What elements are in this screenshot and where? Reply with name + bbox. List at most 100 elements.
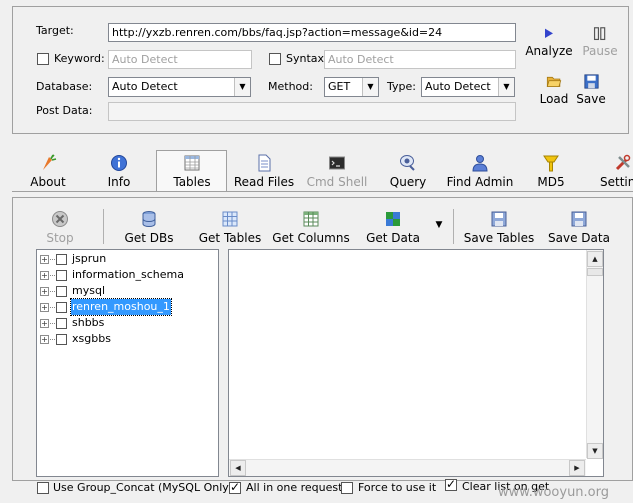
tab-setting[interactable]: Setting xyxy=(600,154,633,189)
watermark: www.wooyun.org xyxy=(498,485,610,500)
horizontal-scrollbar[interactable] xyxy=(229,459,586,476)
postdata-input[interactable] xyxy=(108,102,516,121)
get-tables-label: Get Tables xyxy=(198,231,262,245)
database-label: Database: xyxy=(36,80,93,93)
analyze-button[interactable]: Analyze xyxy=(525,27,573,58)
method-select[interactable]: GET ▼ xyxy=(324,77,379,97)
type-select[interactable]: Auto Detect ▼ xyxy=(421,77,515,97)
pause-label: Pause xyxy=(582,44,618,58)
tree-item-checkbox[interactable] xyxy=(56,286,67,297)
floppy-icon xyxy=(491,211,507,227)
columns-icon xyxy=(303,211,319,227)
toolbar-separator xyxy=(103,209,104,244)
stop-label: Stop xyxy=(46,231,74,245)
method-label: Method: xyxy=(268,80,313,93)
chevron-down-icon[interactable]: ▼ xyxy=(362,78,378,96)
tab-tables-label: Tables xyxy=(173,175,211,189)
load-label: Load xyxy=(539,92,569,106)
expand-icon[interactable]: + xyxy=(40,319,49,328)
stop-button[interactable]: Stop xyxy=(38,210,82,245)
expand-icon[interactable]: + xyxy=(40,287,49,296)
chevron-down-icon[interactable]: ▼ xyxy=(498,78,514,96)
tree-item-checkbox[interactable] xyxy=(56,302,67,313)
target-input[interactable]: http://yxzb.renren.com/bbs/faq.jsp?actio… xyxy=(108,23,516,42)
tree-item-checkbox[interactable] xyxy=(56,254,67,265)
get-data-dropdown-arrow[interactable]: ▼ xyxy=(433,220,445,230)
results-list[interactable] xyxy=(228,249,604,477)
query-icon xyxy=(400,155,415,171)
keyword-checkbox[interactable] xyxy=(37,53,49,65)
all-in-one-label: All in one request. xyxy=(246,481,346,494)
all-in-one-checkbox[interactable] xyxy=(229,480,241,494)
pause-icon xyxy=(593,27,606,41)
expand-icon[interactable]: + xyxy=(40,271,49,280)
syntax-input[interactable]: Auto Detect xyxy=(324,50,516,69)
group-concat-checkbox[interactable] xyxy=(37,482,49,494)
get-columns-button[interactable]: Get Columns xyxy=(272,210,350,245)
load-button[interactable]: Load xyxy=(534,74,574,106)
keyword-label: Keyword: xyxy=(54,52,105,65)
tab-find-admin[interactable]: Find Admin xyxy=(444,154,516,189)
get-dbs-button[interactable]: Get DBs xyxy=(122,210,176,245)
play-icon xyxy=(545,28,553,38)
tab-md5[interactable]: MD5 xyxy=(531,154,571,189)
tree-item-checkbox[interactable] xyxy=(56,318,67,329)
data-icon xyxy=(386,212,400,226)
group-concat-label: Use Group_Concat (MySQL Only) xyxy=(53,481,234,494)
tab-tables[interactable]: Tables xyxy=(164,154,220,189)
clear-list-checkbox[interactable] xyxy=(445,477,457,491)
admin-icon xyxy=(472,155,488,172)
database-select-value: Auto Detect xyxy=(112,80,178,93)
key-icon xyxy=(543,155,559,172)
tree-item-label: xsgbbs xyxy=(72,332,111,345)
tab-info[interactable]: Info xyxy=(100,154,138,189)
get-data-button[interactable]: Get Data xyxy=(362,210,424,245)
tree-item-checkbox[interactable] xyxy=(56,270,67,281)
database-icon xyxy=(142,211,156,228)
force-label: Force to use it xyxy=(358,481,437,494)
pause-button[interactable]: Pause xyxy=(578,27,622,58)
tree-connector xyxy=(50,275,55,276)
scroll-thumb[interactable] xyxy=(587,268,603,276)
tree-item-checkbox[interactable] xyxy=(56,334,67,345)
tab-md5-label: MD5 xyxy=(537,175,565,189)
expand-icon[interactable]: + xyxy=(40,335,49,344)
keyword-input[interactable]: Auto Detect xyxy=(108,50,252,69)
vertical-scrollbar[interactable] xyxy=(586,250,603,458)
get-tables-button[interactable]: Get Tables xyxy=(196,210,264,245)
stop-icon xyxy=(52,211,68,227)
tools-icon xyxy=(615,154,631,171)
tree-item-label: mysql xyxy=(72,284,105,297)
save-tables-label: Save Tables xyxy=(463,231,535,245)
database-tree[interactable] xyxy=(36,249,219,477)
scroll-down-button[interactable]: ▼ xyxy=(587,443,603,459)
scroll-right-button[interactable]: ▶ xyxy=(569,460,585,476)
tab-about[interactable]: About xyxy=(26,154,70,189)
tab-cmd-shell[interactable]: Cmd Shell xyxy=(306,154,368,189)
tab-strip-line xyxy=(12,191,633,192)
expand-icon[interactable]: + xyxy=(40,255,49,264)
grid-icon xyxy=(222,211,238,227)
terminal-icon xyxy=(329,156,345,170)
force-checkbox[interactable] xyxy=(341,482,353,494)
tab-read-files[interactable]: Read Files xyxy=(232,154,296,189)
carrot-icon xyxy=(43,154,57,170)
toolbar-separator xyxy=(453,209,454,244)
syntax-checkbox[interactable] xyxy=(269,53,281,65)
tree-connector xyxy=(50,339,55,340)
save-tables-button[interactable]: Save Tables xyxy=(462,210,536,245)
tab-read-files-label: Read Files xyxy=(233,175,295,189)
tab-info-label: Info xyxy=(107,175,131,189)
get-columns-label: Get Columns xyxy=(272,231,350,245)
chevron-down-icon[interactable]: ▼ xyxy=(234,78,250,96)
expand-icon[interactable]: + xyxy=(40,303,49,312)
tab-query[interactable]: Query xyxy=(387,154,429,189)
scroll-left-button[interactable]: ◀ xyxy=(230,460,246,476)
tree-item-label: shbbs xyxy=(72,316,105,329)
save-button[interactable]: Save xyxy=(574,74,608,106)
scroll-up-button[interactable]: ▲ xyxy=(587,251,603,267)
tree-connector xyxy=(50,259,55,260)
database-select[interactable]: Auto Detect ▼ xyxy=(108,77,251,97)
target-label: Target: xyxy=(36,24,74,37)
save-data-button[interactable]: Save Data xyxy=(546,210,612,245)
